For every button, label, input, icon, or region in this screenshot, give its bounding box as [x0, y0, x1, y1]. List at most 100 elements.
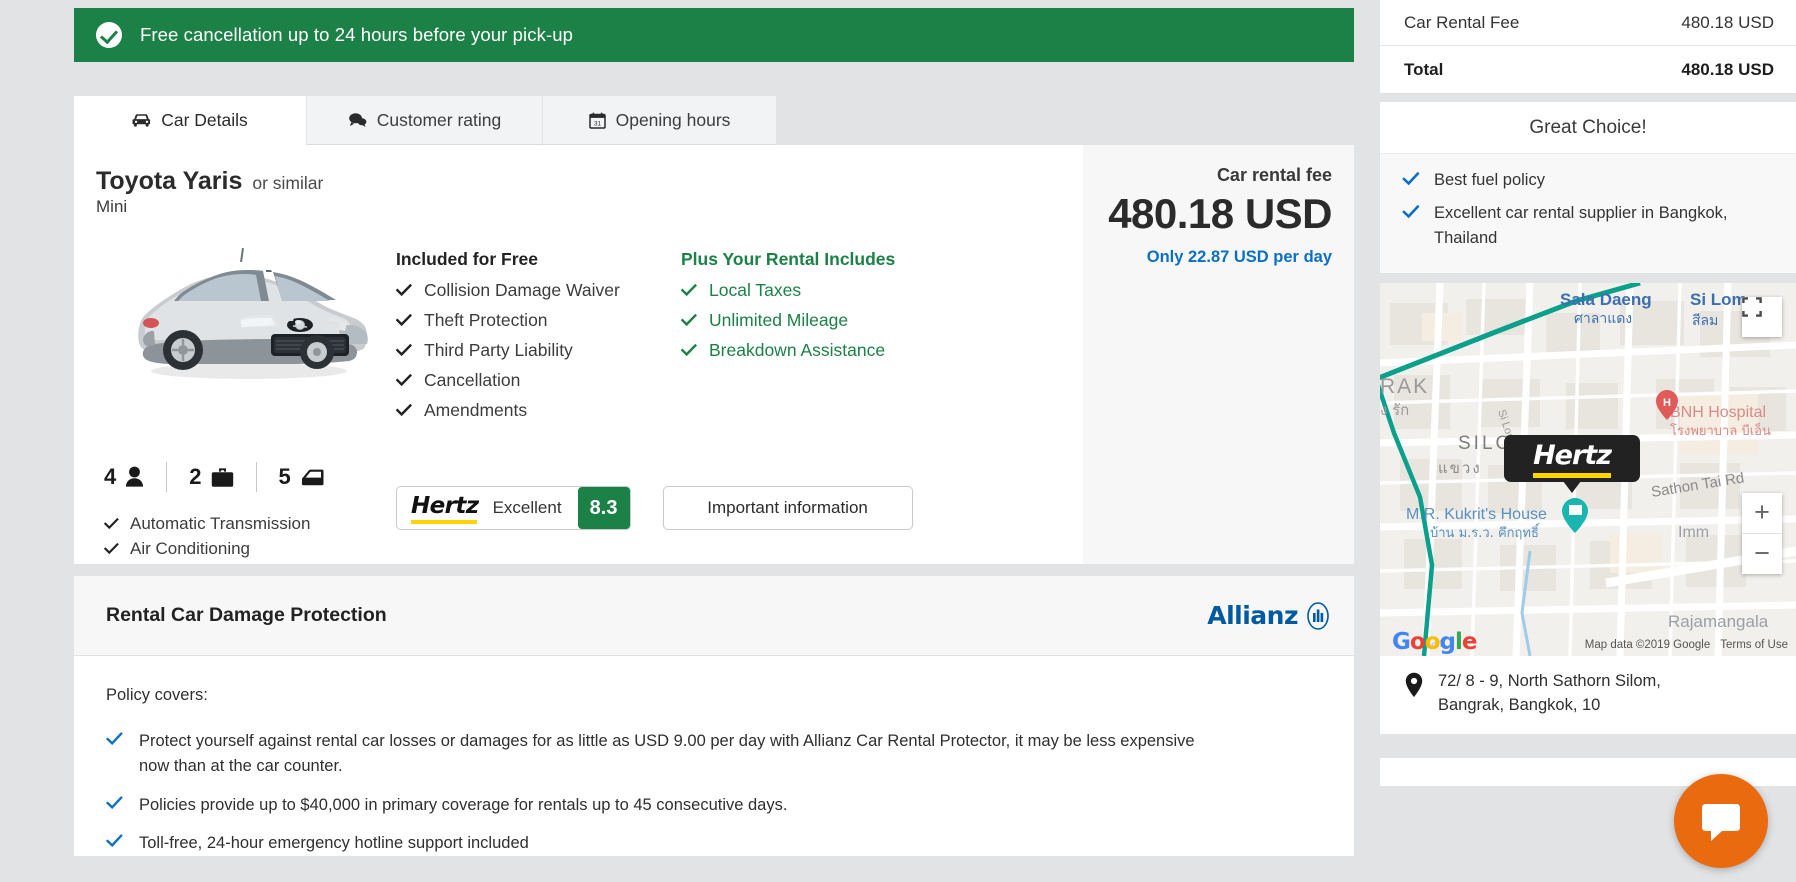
fee-label: Car Rental Fee	[1404, 12, 1520, 32]
map-attribution: Map data ©2019 Google Terms of Use	[1380, 634, 1796, 656]
check-icon	[104, 518, 119, 530]
policy-item: Policies provide up to $40,000 in primar…	[106, 793, 1322, 818]
car-rental-booking-page: Free cancellation up to 24 hours before …	[0, 0, 1796, 882]
price-panel: Car rental fee 480.18 USD Only 22.87 USD…	[1083, 145, 1354, 564]
plus-label: Local Taxes	[709, 280, 802, 300]
map-data-text: Map data ©2019 Google	[1584, 638, 1711, 651]
svg-text:โรงพยาบาล บีเอ็น: โรงพยาบาล บีเอ็น	[1670, 421, 1771, 439]
policy-heading: Policy covers:	[106, 686, 208, 704]
supplier-rating-badge[interactable]: Hertz Excellent 8.3	[396, 486, 631, 530]
map-zoom-out-button[interactable]: −	[1742, 534, 1782, 574]
pickup-address: 72/ 8 - 9, North Sathorn Silom, Bangrak,…	[1380, 655, 1796, 734]
check-icon	[396, 374, 412, 387]
person-icon	[126, 466, 144, 487]
tab-customer-rating[interactable]: Customer rating	[306, 96, 542, 145]
speech-bubble-icon	[348, 113, 367, 127]
policy-list: Protect yourself against rental car loss…	[106, 729, 1322, 856]
hertz-marker-label: Hertz	[1533, 440, 1612, 479]
included-label: Amendments	[424, 400, 528, 420]
included-free-heading: Included for Free	[396, 249, 538, 269]
great-choice-title: Great Choice!	[1380, 102, 1796, 154]
car-image-area	[96, 227, 396, 430]
map-zoom-in-button[interactable]: +	[1742, 493, 1782, 533]
fee-value: 480.18 USD	[1681, 12, 1774, 32]
car-door-icon	[301, 469, 324, 485]
allianz-logo: Allianz	[1207, 601, 1332, 630]
spec-divider	[255, 462, 257, 492]
included-label: Collision Damage Waiver	[424, 280, 620, 300]
great-choice-text: Excellent car rental supplier in Bangkok…	[1434, 203, 1728, 248]
car-photo	[138, 247, 368, 379]
calendar-icon: 31	[588, 112, 606, 129]
spec-doors: 5	[279, 464, 325, 490]
total-value: 480.18 USD	[1681, 59, 1774, 79]
total-row: Total 480.18 USD	[1380, 45, 1796, 93]
spec-divider	[166, 462, 168, 492]
amenity-item: Automatic Transmission	[104, 514, 396, 534]
plus-includes-column: Plus Your Rental Includes Local Taxes Un…	[681, 249, 966, 430]
chat-support-button[interactable]	[1674, 774, 1768, 868]
plus-item: Local Taxes	[681, 280, 966, 301]
svg-text:แขวง: แขวง	[1438, 459, 1482, 477]
check-icon	[681, 344, 697, 357]
map-terms-link[interactable]: Terms of Use	[1720, 639, 1788, 651]
location-pin-icon	[1405, 672, 1423, 697]
spec-bags: 2	[189, 464, 233, 490]
tab-opening-hours[interactable]: 31 Opening hours	[542, 96, 776, 145]
address-line-1: 72/ 8 - 9, North Sathorn Silom,	[1438, 671, 1661, 690]
svg-text:M.R. Kukrit's House: M.R. Kukrit's House	[1406, 506, 1547, 523]
plus-item: Unlimited Mileage	[681, 310, 966, 331]
policy-text: Toll-free, 24-hour emergency hotline sup…	[139, 834, 529, 853]
amenity-label: Automatic Transmission	[130, 514, 311, 533]
included-item: Cancellation	[396, 370, 681, 391]
supplier-actions-row: Hertz Excellent 8.3 Important informatio…	[396, 452, 913, 564]
included-label: Cancellation	[424, 370, 521, 390]
svg-text:Si Lom: Si Lom	[1690, 290, 1747, 309]
tab-car-details[interactable]: Car Details	[74, 96, 306, 145]
booking-summary-sidebar: Car Rental Fee 480.18 USD Total 480.18 U…	[1380, 0, 1796, 882]
rating-word: Excellent	[492, 498, 562, 517]
price-per-day: Only 22.87 USD per day	[1146, 248, 1332, 266]
fullscreen-icon	[1742, 296, 1762, 317]
svg-text:Imm: Imm	[1678, 524, 1709, 541]
included-label: Third Party Liability	[424, 340, 573, 360]
map-fullscreen-button[interactable]	[1742, 296, 1782, 337]
svg-text:Rajamangala: Rajamangala	[1668, 612, 1769, 631]
spec-count: 2	[189, 464, 202, 489]
sidebar-gap	[1380, 733, 1796, 748]
banner-text: Free cancellation up to 24 hours before …	[140, 24, 574, 45]
spec-passengers: 4	[104, 464, 144, 490]
hertz-location-marker[interactable]: Hertz	[1504, 434, 1640, 493]
svg-text:ศาลาแดง: ศาลาแดง	[1574, 311, 1632, 327]
svg-text:ง รัก: ง รัก	[1380, 401, 1409, 419]
google-map[interactable]: Sala Daeng ศาลาแดง Si Lom สีลม RAK ง รัก…	[1380, 282, 1796, 656]
great-choice-item: Best fuel policy	[1402, 168, 1776, 194]
address-text: 72/ 8 - 9, North Sathorn Silom, Bangrak,…	[1438, 670, 1661, 718]
fee-summary-card: Car Rental Fee 480.18 USD Total 480.18 U…	[1380, 0, 1796, 93]
rating-score: 8.3	[577, 487, 630, 529]
spec-count: 5	[278, 464, 291, 489]
allianz-emblem-icon	[1307, 601, 1329, 630]
included-free-column: Included for Free Collision Damage Waive…	[396, 249, 681, 430]
svg-text:RAK: RAK	[1380, 375, 1429, 398]
policy-item: Protect yourself against rental car loss…	[106, 729, 1322, 779]
damage-protection-title: Rental Car Damage Protection	[106, 604, 387, 626]
check-icon	[104, 543, 119, 555]
tab-label: Car Details	[161, 109, 248, 130]
svg-text:Sala Daeng: Sala Daeng	[1560, 290, 1652, 309]
total-label: Total	[1404, 59, 1444, 79]
car-icon	[132, 113, 151, 127]
check-icon	[396, 404, 412, 417]
svg-text:สีลม: สีลม	[1692, 313, 1718, 329]
damage-protection-header: Rental Car Damage Protection Allianz	[74, 576, 1354, 656]
car-details-card: Toyota Yaris or similar Mini Included fo…	[74, 145, 1354, 564]
check-icon	[681, 284, 697, 297]
check-icon	[1402, 172, 1420, 186]
included-item: Theft Protection	[396, 310, 681, 331]
free-cancellation-banner: Free cancellation up to 24 hours before …	[74, 8, 1354, 62]
svg-text:บ้าน ม.ร.ว. คึกฤทธิ์: บ้าน ม.ร.ว. คึกฤทธิ์	[1430, 523, 1541, 541]
included-item: Amendments	[396, 400, 681, 421]
important-information-button[interactable]: Important information	[662, 486, 913, 530]
included-label: Theft Protection	[424, 310, 548, 330]
great-choice-card: Great Choice! Best fuel policy Excellent…	[1380, 102, 1796, 273]
